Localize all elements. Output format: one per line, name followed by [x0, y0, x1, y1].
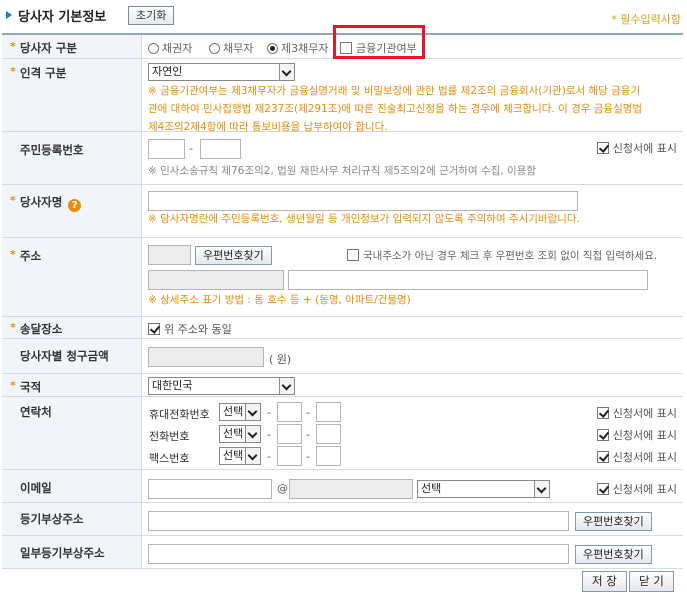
person-type-label: 인격 구분: [20, 66, 67, 80]
mobile-show-checkbox[interactable]: 신청서에 표시: [596, 405, 677, 421]
nationality-select[interactable]: 대한민국: [148, 377, 295, 395]
registry-address-input[interactable]: [148, 511, 569, 531]
contact-mobile-label: 휴대전화번호: [149, 408, 210, 421]
same-address-checkbox[interactable]: 위 주소와 동일: [148, 321, 232, 337]
help-icon[interactable]: ?: [68, 199, 82, 212]
phone-last-input[interactable]: [316, 424, 341, 444]
row-registry-address: 등기부상주소 우편번호찾기: [2, 503, 683, 536]
reset-button[interactable]: 초기화: [128, 6, 175, 25]
chevron-down-icon: [245, 448, 260, 464]
mobile-last-input[interactable]: [316, 402, 341, 422]
section-bullet-icon: [6, 11, 12, 19]
row-claim-amount: 당사자별 청구금액 ( 원): [2, 339, 683, 374]
fax-last-input[interactable]: [316, 446, 341, 466]
phone-prefix-select[interactable]: 선택: [219, 425, 261, 443]
radio-third-debtor[interactable]: 제3채무자: [267, 40, 328, 56]
party-name-note: ※ 당사자명란에 주민등록번호, 생년월일 등 개인정보가 입력되지 않도록 주…: [148, 213, 580, 225]
person-type-select[interactable]: 자연인: [148, 63, 295, 81]
partial-registry-zipcode-button[interactable]: 우편번호찾기: [575, 545, 652, 564]
delivery-label: 송달장소: [20, 322, 63, 336]
radio-selected-icon: [267, 43, 278, 54]
address-label: 주소: [20, 249, 42, 263]
address-note: ※ 상세주소 표기 방법 : 동 호수 등 + (동명, 아파트/건물명): [148, 294, 411, 306]
checkbox-icon: [347, 249, 359, 261]
zipcode-search-button[interactable]: 우편번호찾기: [195, 246, 272, 265]
row-contact: 연락처 휴대전화번호 선택 - - 신청서에 표시 전화번호 선택 - - 신청…: [2, 397, 683, 470]
fax-show-checkbox[interactable]: 신청서에 표시: [596, 449, 677, 465]
registry-zipcode-button[interactable]: 우편번호찾기: [575, 512, 652, 531]
checkbox-checked-icon: [596, 451, 609, 463]
mobile-middle-input[interactable]: [277, 402, 302, 422]
email-domain-input[interactable]: [289, 479, 413, 499]
chevron-down-icon: [279, 64, 294, 80]
claim-amount-unit: ( 원): [269, 353, 292, 366]
checkbox-checked-icon: [596, 142, 609, 154]
required-star: *: [10, 379, 16, 392]
partial-registry-address-label: 일부등기부상주소: [20, 546, 105, 560]
contact-fax-label: 팩스번호: [149, 452, 190, 465]
party-name-label: 당사자명?: [20, 194, 82, 212]
zipcode-input[interactable]: [148, 245, 191, 265]
radio-creditor[interactable]: 채권자: [148, 40, 192, 56]
partial-registry-address-input[interactable]: [148, 544, 569, 564]
address-detail-input[interactable]: [288, 270, 648, 290]
chevron-down-icon: [245, 426, 260, 442]
email-label: 이메일: [20, 481, 52, 495]
financial-institution-note: ※ 금융기관여부는 제3채무자가 금융실명거래 및 비밀보장에 관한 법률 제2…: [148, 85, 643, 133]
close-button[interactable]: 닫 기: [629, 571, 674, 592]
row-resident-number: 주민등록번호 - 신청서에 표시 ※ 민사소송규칙 제76조의2, 법원 재판사…: [2, 132, 683, 185]
chevron-down-icon: [534, 481, 549, 497]
required-star: *: [10, 194, 16, 207]
required-star: *: [10, 248, 16, 261]
fax-middle-input[interactable]: [277, 446, 302, 466]
required-star: *: [10, 40, 16, 53]
row-address: * 주소 우편번호찾기 국내주소가 아닌 경우 체크 후 우편번호 조회 없이 직…: [2, 238, 683, 317]
checkbox-checked-icon: [596, 483, 609, 495]
radio-debtor[interactable]: 채무자: [209, 40, 253, 56]
contact-phone-label: 전화번호: [149, 430, 190, 443]
chevron-down-icon: [245, 404, 260, 420]
row-email: 이메일 @ 선택 신청서에 표시: [2, 470, 683, 503]
radio-icon: [209, 43, 220, 54]
party-type-label: 당사자 구분: [20, 41, 77, 55]
row-nationality: * 국적 대한민국: [2, 374, 683, 397]
checkbox-checked-icon: [596, 429, 609, 441]
claim-amount-input[interactable]: [148, 347, 264, 367]
required-note: * 필수입력사항: [611, 13, 681, 26]
email-at-sign: @: [277, 482, 288, 495]
nationality-label: 국적: [20, 380, 42, 394]
checkbox-checked-icon: [148, 323, 160, 335]
resident-number-note: ※ 민사소송규칙 제76조의2, 법원 재판사무 처리규칙 제5조의2에 근거하…: [148, 165, 537, 177]
row-delivery: * 송달장소 위 주소와 동일: [2, 317, 683, 339]
required-star: *: [10, 65, 16, 78]
row-partial-registry-address: 일부등기부상주소 우편번호찾기: [2, 536, 683, 569]
resident-number-back-input[interactable]: [200, 139, 241, 159]
resident-number-label: 주민등록번호: [20, 143, 84, 157]
resident-number-front-input[interactable]: [148, 139, 185, 159]
email-id-input[interactable]: [148, 479, 272, 499]
radio-icon: [148, 43, 159, 54]
highlight-box: [333, 25, 425, 59]
contact-label: 연락처: [20, 405, 52, 419]
row-party-name: * 당사자명? ※ 당사자명란에 주민등록번호, 생년월일 등 개인정보가 입력되…: [2, 185, 683, 238]
foreign-address-checkbox[interactable]: 국내주소가 아닌 경우 체크 후 우편번호 조회 없이 직접 입력하세요.: [347, 248, 657, 263]
checkbox-checked-icon: [596, 407, 609, 419]
phone-middle-input[interactable]: [277, 424, 302, 444]
claim-amount-label: 당사자별 청구금액: [20, 349, 109, 363]
save-button[interactable]: 저 장: [582, 571, 627, 592]
email-show-checkbox[interactable]: 신청서에 표시: [596, 481, 677, 497]
registry-address-label: 등기부상주소: [20, 512, 84, 526]
party-name-input[interactable]: [148, 191, 578, 211]
resident-number-show-checkbox[interactable]: 신청서에 표시: [596, 140, 677, 156]
chevron-down-icon: [279, 378, 294, 394]
required-star: *: [10, 321, 16, 334]
fax-prefix-select[interactable]: 선택: [219, 447, 261, 465]
section-title: 당사자 기본정보: [18, 10, 107, 25]
row-person-type: * 인격 구분 자연인 ※ 금융기관여부는 제3채무자가 금융실명거래 및 비밀보…: [2, 59, 683, 133]
email-domain-select[interactable]: 선택: [417, 480, 550, 498]
address-main-input[interactable]: [148, 270, 284, 290]
mobile-prefix-select[interactable]: 선택: [219, 403, 261, 421]
phone-show-checkbox[interactable]: 신청서에 표시: [596, 427, 677, 443]
